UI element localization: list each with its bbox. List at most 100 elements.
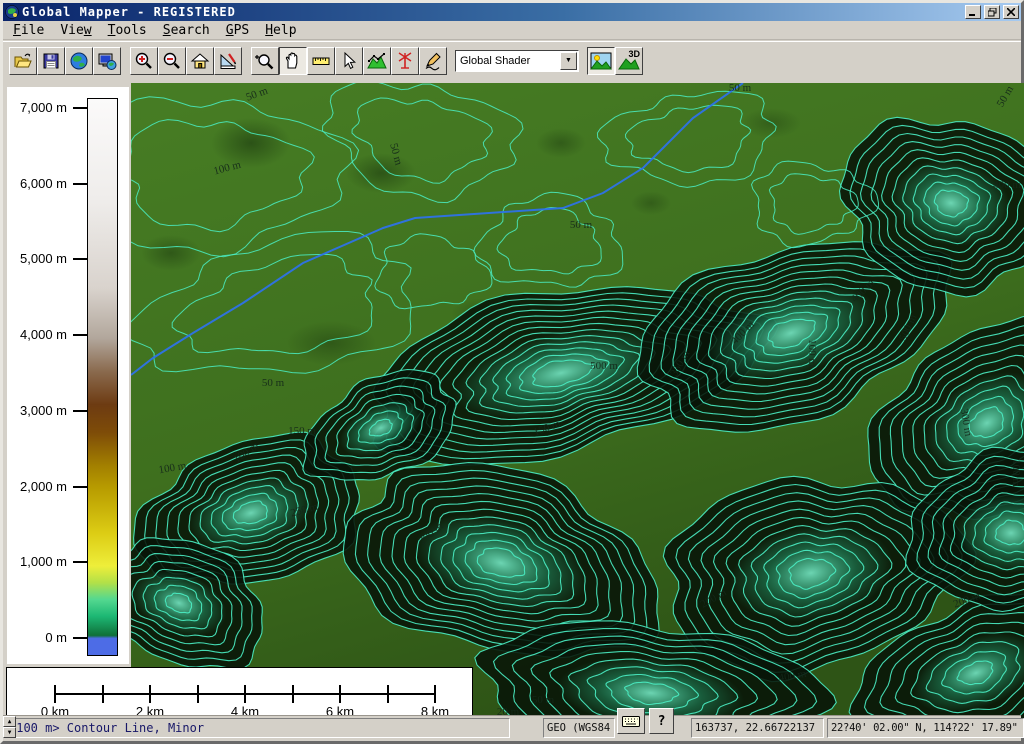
legend-tick-label: 2,000 m [20, 479, 67, 494]
terrain-profile-icon [367, 51, 387, 71]
keyboard-entry-button[interactable] [617, 708, 645, 734]
toolbar-group-file [9, 47, 121, 75]
contour-label: 150 m [288, 425, 316, 437]
load-web-data-button[interactable] [65, 47, 93, 75]
terrain-shade-patch [346, 153, 416, 193]
triangle-down-icon: ▼ [8, 729, 12, 736]
floppy-disk-icon [41, 51, 61, 71]
antenna-signal-icon [395, 51, 415, 71]
toolbar-group-view: 3D [587, 47, 643, 75]
shader-dropdown[interactable]: Global Shader ▼ [455, 50, 579, 72]
scale-tick [197, 685, 199, 703]
legend-tick-label: 7,000 m [20, 100, 67, 115]
help-button[interactable]: ? [649, 708, 674, 734]
menu-bar: FileViewToolsSearchGPSHelp [3, 21, 1021, 40]
map-view[interactable]: 50 m100 m50 m50 m50 m50 m150 m100 m100 m… [131, 83, 1024, 721]
capture-screen-button[interactable] [93, 47, 121, 75]
zoom-tool-button[interactable] [251, 47, 279, 75]
zoom-in-icon [134, 51, 154, 71]
legend-tick-label: 1,000 m [20, 554, 67, 569]
legend-tick [73, 561, 88, 563]
scale-tick [244, 685, 246, 703]
full-view-button[interactable] [186, 47, 214, 75]
status-feature-info: <100 m> Contour Line, Minor [5, 718, 510, 738]
dropdown-arrow-button[interactable]: ▼ [560, 52, 577, 70]
globe-icon [69, 51, 89, 71]
scale-tick [339, 685, 341, 703]
app-window: Global Mapper - REGISTERED FileViewTools… [0, 0, 1024, 744]
set-square-pencil-icon [218, 51, 238, 71]
legend-tick [73, 258, 88, 260]
pan-tool-button[interactable] [279, 47, 307, 75]
terrain-shade-patch [141, 235, 201, 271]
contour-label: 100 m [1010, 459, 1022, 487]
elevation-legend: 7,000 m6,000 m5,000 m4,000 m3,000 m2,000… [7, 87, 129, 664]
toolbar-separator [242, 46, 251, 76]
digitizer-tool-button[interactable] [419, 47, 447, 75]
contour-label: 50 m [570, 219, 593, 231]
home-icon [190, 51, 210, 71]
legend-tick [73, 183, 88, 185]
spinner-down-button[interactable]: ▼ [3, 727, 16, 738]
open-file-button[interactable] [9, 47, 37, 75]
zoom-out-button[interactable] [158, 47, 186, 75]
title-bar[interactable]: Global Mapper - REGISTERED [3, 3, 1021, 21]
toolbar-separator [121, 46, 130, 76]
terrain-shade-patch [286, 321, 376, 365]
legend-tick-label: 5,000 m [20, 251, 67, 266]
open-folder-icon [13, 51, 33, 71]
menu-item-view[interactable]: View [52, 22, 99, 39]
status-spinner: ▲ ▼ [3, 716, 16, 738]
menu-item-file[interactable]: File [5, 22, 52, 39]
legend-tick [73, 637, 88, 639]
contour-label: 50 m [729, 83, 752, 94]
legend-tick [73, 486, 88, 488]
menu-item-gps[interactable]: GPS [218, 22, 257, 39]
minimize-button[interactable] [965, 5, 981, 19]
save-button[interactable] [37, 47, 65, 75]
spinner-up-button[interactable]: ▲ [3, 716, 16, 727]
chevron-down-icon: ▼ [565, 57, 572, 64]
keyboard-icon [622, 716, 640, 727]
status-cursor-coords: 163737, 22.66722137 ) [691, 718, 824, 738]
minimize-icon [969, 8, 977, 16]
map-client-area: 50 m100 m50 m50 m50 m50 m150 m100 m100 m… [3, 79, 1021, 715]
ruler-icon [311, 51, 331, 71]
menu-item-tools[interactable]: Tools [100, 22, 155, 39]
scale-tick [102, 685, 104, 703]
distance-scale-bar: 0 km2 km4 km6 km8 km [6, 667, 473, 719]
show-3d-button[interactable]: 3D [615, 47, 643, 75]
scale-tick [54, 685, 56, 703]
close-button[interactable] [1003, 5, 1019, 19]
monitor-globe-icon [97, 51, 117, 71]
status-projection: GEO (WGS84 [543, 718, 615, 738]
path-profile-tool-button[interactable] [363, 47, 391, 75]
menu-item-search[interactable]: Search [155, 22, 218, 39]
toolbar-group-tools [251, 47, 447, 75]
contour-label: 100 m [806, 339, 818, 367]
view-shed-tool-button[interactable] [391, 47, 419, 75]
contour-label: 50 m [532, 694, 555, 706]
close-icon [1007, 8, 1015, 16]
magnifier-icon [255, 51, 275, 71]
menu-item-help[interactable]: Help [257, 22, 304, 39]
restore-button[interactable] [984, 5, 1000, 19]
contour-label: 500 m [590, 360, 618, 372]
legend-tick-label: 0 m [45, 630, 67, 645]
measure-tool-button[interactable] [307, 47, 335, 75]
toolbar: Global Shader ▼ 3D [3, 41, 1021, 79]
select-tool-button[interactable] [335, 47, 363, 75]
hand-icon [283, 51, 303, 71]
triangle-up-icon: ▲ [8, 718, 12, 725]
zoom-in-button[interactable] [130, 47, 158, 75]
status-bar: <100 m> Contour Line, Minor GEO (WGS84 ?… [3, 715, 1021, 741]
zoom-to-scale-button[interactable] [214, 47, 242, 75]
show-images-button[interactable] [587, 47, 615, 75]
scale-tick [434, 685, 436, 703]
window-title: Global Mapper - REGISTERED [22, 5, 962, 19]
scale-tick [149, 685, 151, 703]
contour-label: 400 m [993, 179, 1021, 191]
arrow-cursor-icon [339, 51, 359, 71]
app-icon [5, 5, 19, 19]
legend-tick [73, 334, 88, 336]
